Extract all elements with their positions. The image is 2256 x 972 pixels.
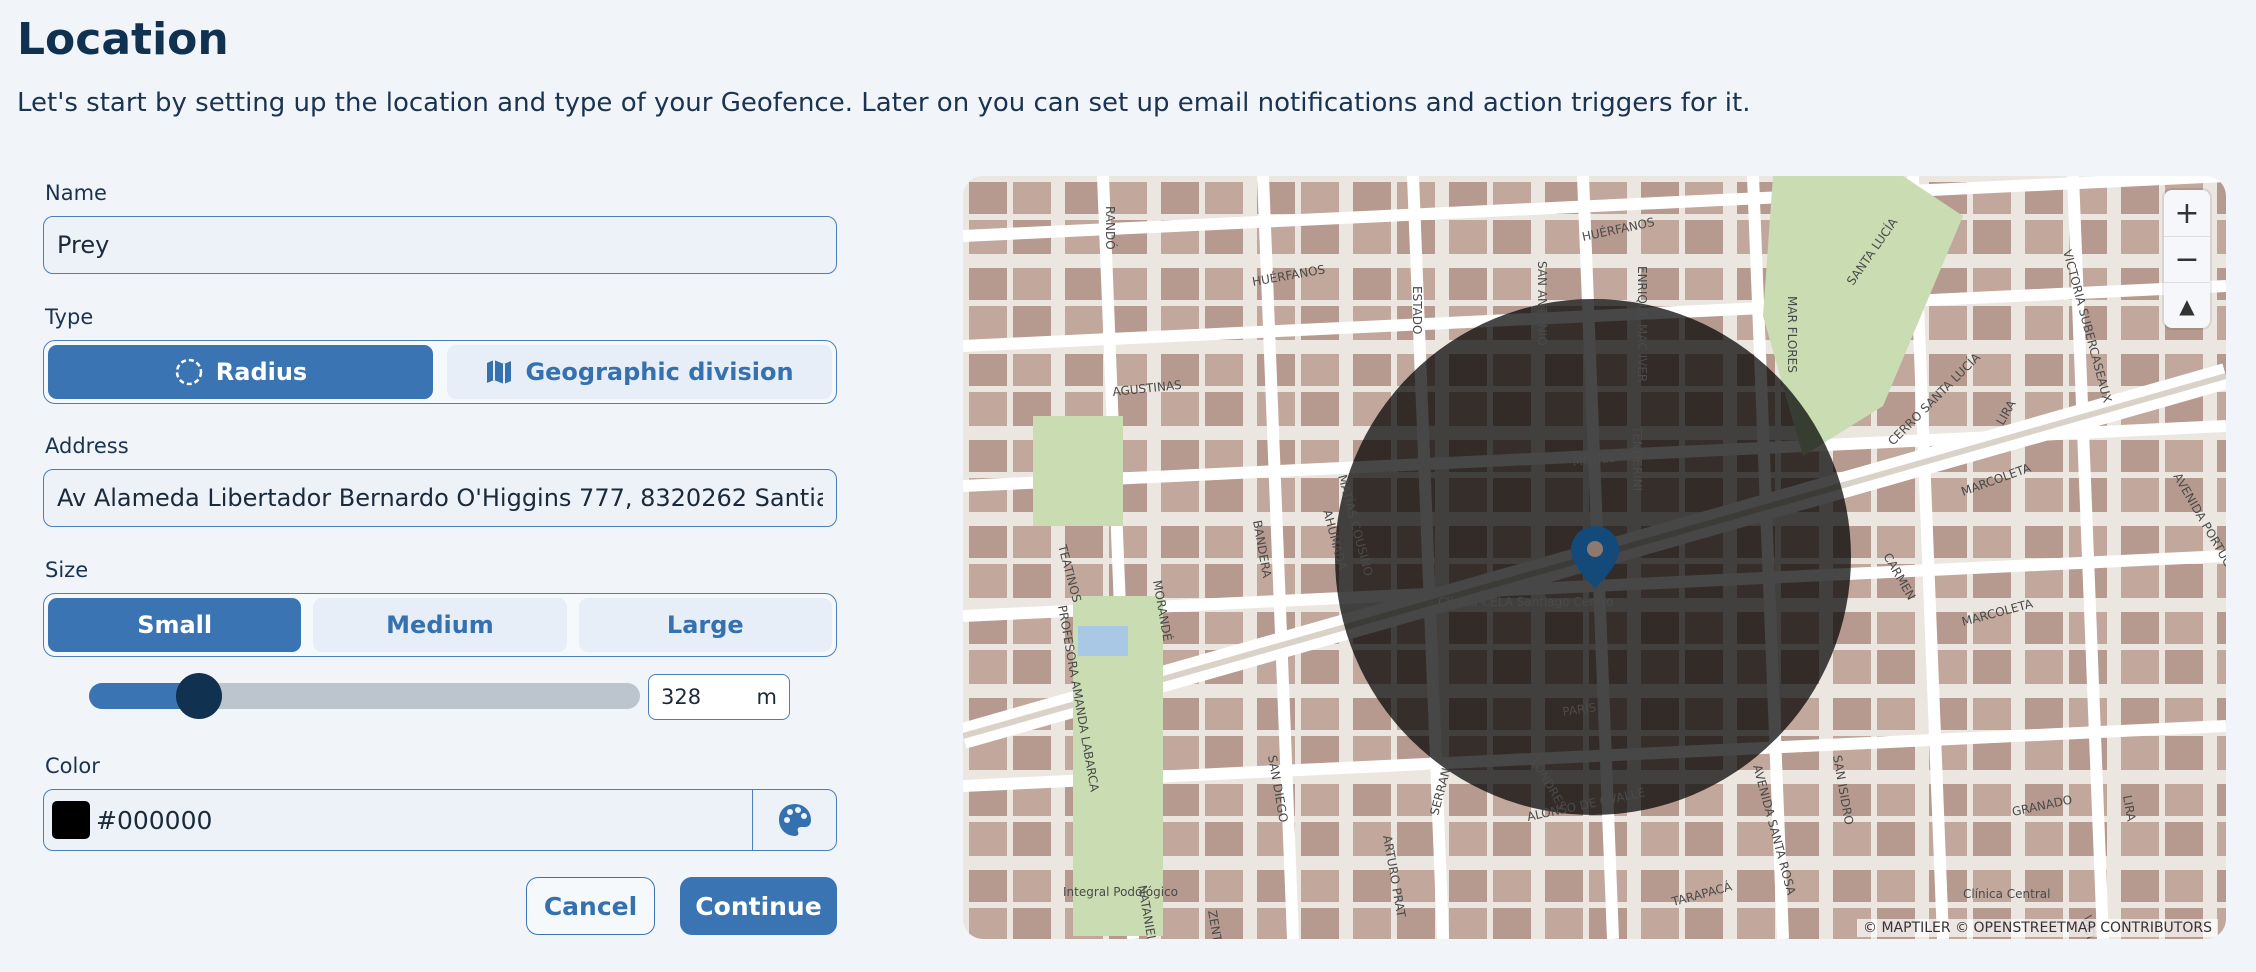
color-field[interactable]: #000000 <box>43 789 837 851</box>
map-street-label: MAR FLORES <box>1785 296 1799 373</box>
map-view[interactable]: RANDÓ SAN ANTONIO HUÉRFANOS HUÉRFANOS ESTADO… <box>963 176 2226 939</box>
color-picker-button[interactable] <box>752 790 836 850</box>
size-segmented-control: Small Medium Large <box>43 593 837 657</box>
page-title: Location <box>17 14 229 65</box>
size-value-input[interactable] <box>661 685 741 709</box>
continue-button[interactable]: Continue <box>680 877 837 935</box>
compass-button[interactable]: ▲ <box>2164 282 2210 328</box>
map-street-label: SAN ANTONIO <box>1535 261 1549 346</box>
map-street-label: ESTADO <box>1410 286 1424 335</box>
map-street-label: TENDERINI <box>1630 425 1644 491</box>
address-input[interactable] <box>43 469 837 527</box>
zoom-in-button[interactable]: + <box>2164 190 2210 236</box>
size-value-field: m <box>648 674 790 720</box>
type-geographic-division-label: Geographic division <box>525 358 794 386</box>
address-label: Address <box>45 434 129 458</box>
size-slider-thumb[interactable] <box>176 673 223 719</box>
color-value: #000000 <box>96 805 213 835</box>
map-street-label: ENRIQUE MAC IVER <box>1635 266 1649 382</box>
size-medium-button[interactable]: Medium <box>313 598 567 652</box>
color-label: Color <box>45 754 100 778</box>
page-description: Let's start by setting up the location a… <box>17 88 1751 118</box>
map-street-label: Clínica CELA Santiago Centro <box>1438 595 1614 609</box>
map-icon <box>487 360 512 384</box>
size-label: Size <box>45 558 89 582</box>
color-swatch <box>52 801 90 839</box>
zoom-out-button[interactable]: − <box>2164 236 2210 282</box>
type-segmented-control: Radius Geographic division <box>43 340 837 404</box>
map-street-label: RANDÓ <box>1103 206 1118 250</box>
name-label: Name <box>45 181 107 205</box>
type-radius-label: Radius <box>215 358 308 386</box>
map-attribution: © MAPTILER © OPENSTREETMAP CONTRIBUTORS <box>1857 919 2218 937</box>
name-input[interactable] <box>43 216 837 274</box>
map-canvas: RANDÓSAN ANTONIOHUÉRFANOSHUÉRFANOSESTADO… <box>963 176 2226 939</box>
type-radius-button[interactable]: Radius <box>48 345 433 399</box>
palette-icon <box>778 804 811 836</box>
size-small-button[interactable]: Small <box>48 598 302 652</box>
size-slider[interactable] <box>89 673 640 719</box>
map-street-label: Integral Podológico <box>1063 885 1178 899</box>
map-zoom-control: + − ▲ <box>2164 190 2210 328</box>
map-street-label: Clínica Central <box>1963 887 2050 901</box>
type-label: Type <box>45 305 94 329</box>
size-unit: m <box>756 685 777 709</box>
cancel-button[interactable]: Cancel <box>526 877 655 935</box>
circle-dashed-icon <box>175 358 203 386</box>
type-geographic-division-button[interactable]: Geographic division <box>447 345 832 399</box>
size-large-button[interactable]: Large <box>578 598 832 652</box>
